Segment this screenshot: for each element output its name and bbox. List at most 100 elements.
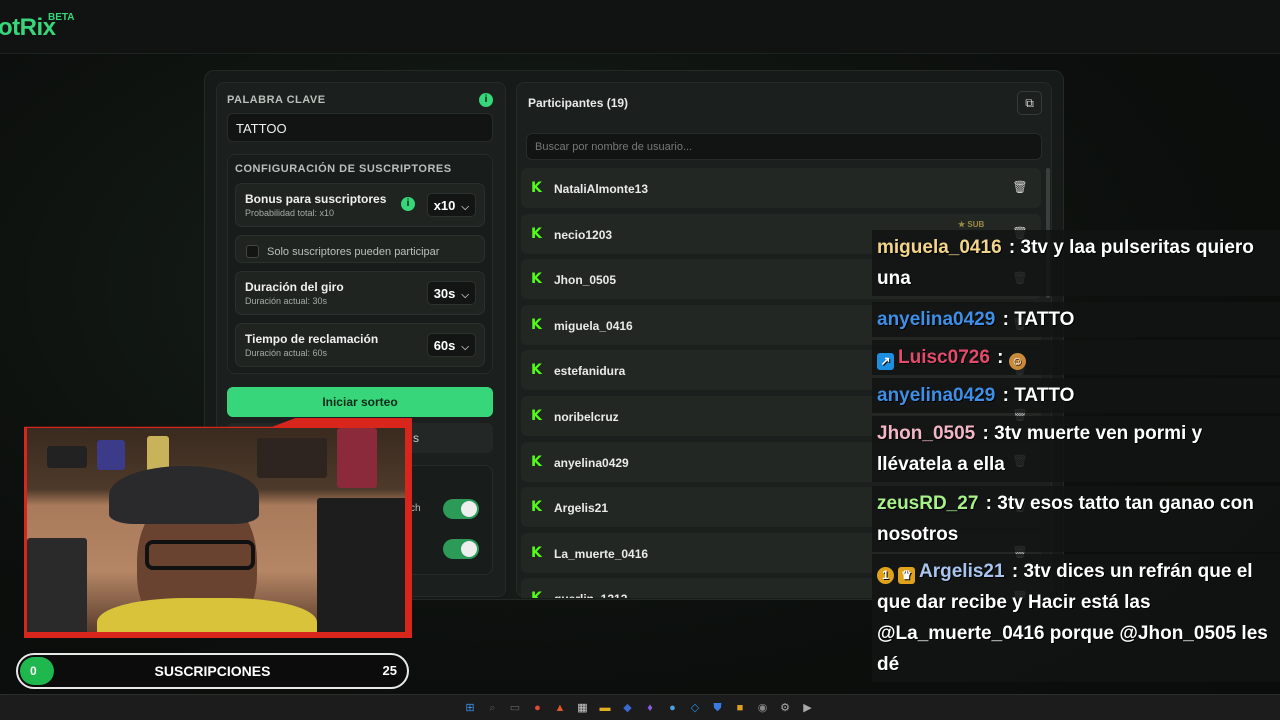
chat-separator: : [991, 347, 1009, 368]
participant-name: anyelina0429 [554, 455, 629, 470]
participant-row[interactable]: K NataliAlmonte13 🗑 [521, 168, 1041, 208]
bonus-subtitle: Probabilidad total: x10 [245, 208, 335, 218]
chat-username: anyelina0429 [877, 309, 996, 330]
settings-icon[interactable]: ⚙ [777, 700, 793, 716]
kick-icon: K [531, 499, 542, 516]
participant-name: necio1203 [554, 227, 613, 242]
option-2-toggle[interactable] [443, 539, 479, 559]
chat-separator: : [980, 493, 998, 514]
emote-icon: ☺ [1008, 353, 1026, 370]
search-icon[interactable]: ⌕ [485, 700, 501, 716]
kick-icon: K [531, 225, 542, 242]
windows-icon[interactable]: ⊞ [462, 700, 478, 716]
spin-duration-select[interactable]: 30s ⌵ [426, 281, 476, 305]
subscription-goal-bar: 0 SUSCRIPCIONES 25 [16, 653, 409, 689]
claim-time-subtitle: Duración actual: 60s [245, 348, 328, 358]
chat-message: ↗ Luisc0726 : ☺ [872, 340, 1280, 375]
twitch-icon[interactable]: ♦ [642, 700, 658, 716]
participant-search-input[interactable]: Buscar por nombre de usuario... [526, 133, 1042, 160]
shield-icon[interactable]: ⛊ [710, 700, 726, 716]
chat-message: 1 ♛ Argelis21 : 3tv dices un refrán que el… [872, 554, 1280, 682]
trash-icon[interactable]: 🗑 [1011, 180, 1029, 196]
chat-username: Luisc0726 [898, 347, 990, 368]
participant-name: NataliAlmonte13 [554, 182, 649, 196]
chat-separator: : [977, 423, 995, 444]
spin-duration-title: Duración del giro [245, 280, 344, 294]
chat-message: Jhon_0505 : 3tv muerte ven pormi y lléva… [872, 416, 1280, 482]
store-icon[interactable]: ◆ [620, 700, 636, 716]
chat-message: anyelina0429 : TATTO [872, 302, 1280, 337]
chevron-down-icon: ⌵ [461, 202, 469, 213]
spin-duration-value: 30s [433, 286, 456, 301]
kick-icon: K [531, 362, 542, 379]
participant-name: miguela_0416 [554, 318, 633, 333]
kick-icon: K [531, 544, 542, 561]
kick-icon: K [531, 316, 542, 333]
chat-username: Jhon_0505 [877, 423, 976, 444]
chat-username: anyelina0429 [877, 385, 996, 406]
copy-icon[interactable]: ⧉ [1017, 91, 1042, 115]
participant-name: estefanidura [554, 364, 626, 379]
chevron-down-icon: ⌵ [461, 342, 469, 353]
os-taskbar: ⊞ ⌕ ▭ ● ▲ ▦ ▬ ◆ ♦ ● ◇ ⛊ ■ ◉ ⚙ ▶ [0, 694, 1280, 720]
subscription-goal-label: SUSCRIPCIONES [154, 663, 271, 679]
chat-username: zeusRD_27 [877, 493, 979, 514]
task-view-icon[interactable]: ▭ [507, 700, 523, 716]
folder-icon[interactable]: ▬ [597, 700, 613, 716]
spin-duration-subtitle: Duración actual: 30s [245, 296, 328, 306]
chat-message: anyelina0429 : TATTO [872, 378, 1280, 413]
chevron-down-icon: ⌵ [461, 290, 469, 301]
chat-separator: : [1003, 237, 1021, 258]
subscription-goal-max: 25 [382, 663, 397, 678]
app-icon[interactable]: ■ [732, 700, 748, 716]
chat-separator: : [1006, 561, 1024, 582]
kick-icon: K [531, 408, 542, 424]
media-icon[interactable]: ▶ [800, 700, 816, 716]
obs-icon[interactable]: ◉ [755, 700, 771, 716]
start-raffle-button[interactable]: Iniciar sorteo [227, 387, 493, 417]
app-window: otRix BETA PALABRA CLAVE i TATTOO CONFIG… [0, 0, 1280, 720]
claim-time-select[interactable]: 60s ⌵ [426, 333, 476, 357]
subscriber-config-title: CONFIGURACIÓN DE SUSCRIPTORES [235, 163, 452, 175]
moderator-badge-icon: ↗ [877, 353, 894, 370]
participant-name: guerlin_1212 [554, 592, 627, 598]
claim-time-card: Tiempo de reclamación Duración actual: 6… [235, 323, 485, 367]
kick-icon: K [531, 591, 545, 598]
participants-title: Participantes (19) [528, 96, 629, 110]
chat-message: zeusRD_27 : 3tv esos tatto tan ganao con… [872, 486, 1280, 552]
crown-badge-icon: ♛ [898, 567, 915, 584]
chat-text: TATTO [1014, 309, 1075, 330]
rank-badge-icon: 1 [877, 567, 894, 584]
info-icon[interactable]: i [479, 93, 493, 107]
chat-separator: : [997, 309, 1015, 330]
keyword-label: PALABRA CLAVE [227, 94, 326, 106]
chat-overlay: miguela_0416 : 3tv y laa pulseritas quie… [872, 228, 1280, 682]
bonus-info-icon[interactable]: i [401, 197, 415, 211]
chrome-icon[interactable]: ● [665, 700, 681, 716]
chat-message: miguela_0416 : 3tv y laa pulseritas quie… [872, 230, 1280, 296]
beta-badge: BETA [48, 12, 75, 23]
claim-time-title: Tiempo de reclamación [245, 332, 379, 346]
only-subs-label: Solo suscriptores pueden participar [267, 246, 440, 258]
participant-name: La_muerte_0416 [554, 546, 649, 561]
keyword-input[interactable]: TATTOO [227, 113, 493, 142]
bonus-card: Bonus para suscriptores Probabilidad tot… [235, 183, 485, 227]
option-1-toggle[interactable] [443, 499, 479, 519]
spin-duration-card: Duración del giro Duración actual: 30s 3… [235, 271, 485, 315]
brave-icon[interactable]: ▲ [552, 700, 568, 716]
participant-name: noribelcruz [554, 410, 619, 424]
top-bar: otRix BETA [0, 0, 1280, 54]
only-subs-option[interactable]: Solo suscriptores pueden participar [235, 235, 485, 263]
kick-icon: K [531, 453, 542, 470]
webcam-feed [27, 428, 405, 632]
chat-separator: : [997, 385, 1015, 406]
bonus-title: Bonus para suscriptores [245, 192, 387, 206]
bonus-select-value: x10 [433, 198, 456, 213]
vscode-icon[interactable]: ◇ [687, 700, 703, 716]
chat-username: Argelis21 [919, 561, 1005, 582]
calendar-icon[interactable]: ▦ [575, 700, 591, 716]
bonus-select[interactable]: x10 ⌵ [426, 193, 476, 217]
participant-name: Argelis21 [554, 501, 609, 516]
chrome-icon[interactable]: ● [530, 700, 546, 716]
only-subs-checkbox[interactable] [246, 245, 259, 258]
